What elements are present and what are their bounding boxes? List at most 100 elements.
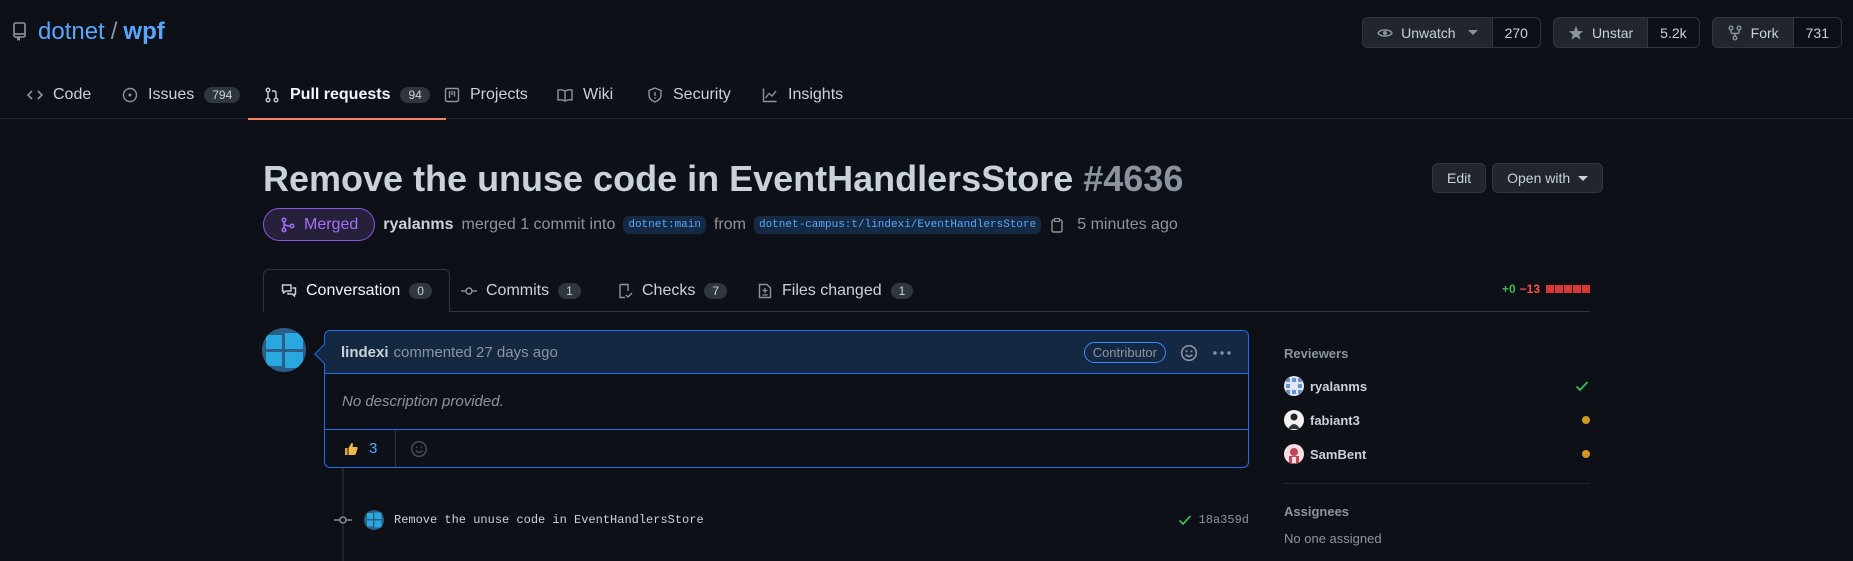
tab-code[interactable]: Code: [27, 71, 91, 119]
state-badge: Merged: [263, 208, 376, 241]
issues-counter: 794: [204, 87, 241, 103]
thumbs-up-reaction[interactable]: 3: [325, 430, 397, 467]
commit-message[interactable]: Remove the unuse code in EventHandlersSt…: [394, 513, 704, 527]
tab-label: Pull requests: [290, 86, 391, 103]
diffstat-blocks: [1546, 285, 1590, 293]
kebab-horizontal-icon[interactable]: [1212, 345, 1232, 361]
reactions-bar: 3: [325, 430, 1248, 467]
pr-header-actions: Edit Open with: [1432, 163, 1604, 193]
tab-label: Security: [673, 86, 731, 103]
fork-label: Fork: [1750, 24, 1779, 41]
commit-author-avatar[interactable]: [364, 510, 384, 530]
diffstat[interactable]: +0 −13: [1502, 282, 1590, 296]
eye-icon: [1377, 25, 1393, 41]
add-reaction-button[interactable]: [396, 440, 442, 458]
forks-count[interactable]: 731: [1793, 18, 1841, 47]
check-icon[interactable]: [1177, 512, 1193, 528]
contributor-badge: Contributor: [1083, 342, 1166, 363]
tab-label: Insights: [788, 86, 844, 103]
checks-counter: 7: [704, 282, 728, 299]
pull-requests-counter: 94: [400, 87, 430, 103]
star-icon: [1568, 25, 1584, 41]
tab-label: Projects: [470, 86, 528, 103]
thumbs-up-icon: [343, 441, 359, 457]
additions-count: +0: [1501, 282, 1516, 296]
edit-title-button[interactable]: Edit: [1432, 163, 1487, 193]
reviewer-item[interactable]: SamBent: [1284, 437, 1590, 471]
tab-commits[interactable]: Commits 1: [461, 269, 581, 312]
fork-button[interactable]: Fork: [1713, 18, 1794, 47]
unwatch-button[interactable]: Unwatch: [1363, 18, 1493, 47]
comment-box: lindexi commented 27 days ago Contributo…: [314, 330, 1249, 468]
unstar-label: Unstar: [1591, 24, 1634, 41]
files-changed-counter: 1: [890, 282, 914, 299]
reviewer-avatar: [1284, 444, 1304, 464]
state-label: Merged: [304, 215, 359, 233]
comment-body: No description provided.: [325, 374, 1248, 430]
reviewers-heading: Reviewers: [1284, 346, 1349, 361]
repo-header: dotnet / wpf: [12, 18, 165, 46]
tab-label: Issues: [148, 86, 195, 103]
merge-action-text: merged 1 commit into: [461, 215, 616, 233]
copy-icon[interactable]: [1049, 217, 1065, 233]
tab-checks[interactable]: Checks 7: [617, 269, 728, 312]
comment-author[interactable]: lindexi: [341, 344, 389, 361]
tab-label: Code: [53, 86, 92, 103]
code-icon: [27, 87, 43, 103]
tab-label: Files changed: [782, 281, 882, 299]
comment-timestamp[interactable]: commented 27 days ago: [394, 344, 558, 361]
commit-row: Remove the unuse code in EventHandlersSt…: [334, 510, 1249, 530]
watchers-count[interactable]: 270: [1492, 18, 1540, 47]
repo-owner-link[interactable]: dotnet: [38, 18, 105, 46]
pending-dot-icon: [1582, 450, 1590, 458]
assignees-empty: No one assigned: [1284, 531, 1382, 546]
thumbs-up-count: 3: [369, 440, 378, 457]
shield-icon: [647, 87, 663, 103]
git-commit-icon: [461, 283, 477, 299]
tab-files-changed[interactable]: Files changed 1: [757, 269, 914, 312]
from-text: from: [713, 215, 746, 233]
commits-counter: 1: [558, 282, 581, 299]
repo-nav: Code Issues 794 Pull requests 94 Project…: [0, 71, 1853, 120]
star-button-group: Unstar 5.2k: [1552, 17, 1700, 48]
repo-name-link[interactable]: wpf: [123, 18, 164, 46]
pr-sidebar: Reviewers ryalanms fabiant3 SamBent Assi…: [1284, 346, 1590, 546]
assignees-heading[interactable]: Assignees: [1284, 504, 1590, 519]
sidebar-divider: [1284, 483, 1590, 484]
tab-insights[interactable]: Insights: [762, 71, 843, 119]
tab-label: Wiki: [583, 86, 614, 103]
base-branch[interactable]: dotnet:main: [623, 215, 706, 234]
commit-sha-group: 18a359d: [1177, 512, 1249, 528]
pending-dot-icon: [1582, 416, 1590, 424]
comment-author-avatar[interactable]: [262, 328, 306, 372]
stars-count[interactable]: 5.2k: [1648, 18, 1699, 47]
merge-time: 5 minutes ago: [1077, 215, 1178, 233]
tab-issues[interactable]: Issues 794: [122, 71, 241, 119]
git-commit-icon: [334, 512, 352, 528]
fork-button-group: Fork 731: [1711, 17, 1842, 48]
reviewer-name: fabiant3: [1310, 412, 1360, 428]
reviewer-item[interactable]: fabiant3: [1284, 403, 1590, 437]
git-merge-icon: [280, 216, 296, 233]
unwatch-label: Unwatch: [1401, 24, 1456, 41]
merger-link[interactable]: ryalanms: [383, 216, 453, 234]
smiley-icon[interactable]: [1180, 344, 1198, 362]
head-branch[interactable]: dotnet-campus:t/lindexi/EventHandlersSto…: [753, 215, 1042, 234]
conversation-counter: 0: [409, 283, 432, 299]
checklist-icon: [617, 283, 633, 299]
tab-conversation[interactable]: Conversation 0: [263, 269, 450, 313]
issue-opened-icon: [122, 87, 138, 103]
pr-number: #4636: [1083, 158, 1184, 199]
pr-title: Remove the unuse code in EventHandlersSt…: [263, 158, 1183, 200]
pr-title-text: Remove the unuse code in EventHandlersSt…: [263, 158, 1074, 199]
tab-pull-requests[interactable]: Pull requests 94: [248, 71, 446, 120]
tab-wiki[interactable]: Wiki: [557, 71, 613, 119]
commit-sha[interactable]: 18a359d: [1199, 513, 1249, 527]
tab-security[interactable]: Security: [647, 71, 731, 119]
tab-projects[interactable]: Projects: [444, 71, 528, 119]
reviewer-avatar: [1284, 376, 1304, 396]
comment-discussion-icon: [281, 283, 297, 299]
reviewer-item[interactable]: ryalanms: [1284, 369, 1590, 403]
open-with-button[interactable]: Open with: [1492, 163, 1604, 193]
unstar-button[interactable]: Unstar: [1554, 18, 1649, 47]
